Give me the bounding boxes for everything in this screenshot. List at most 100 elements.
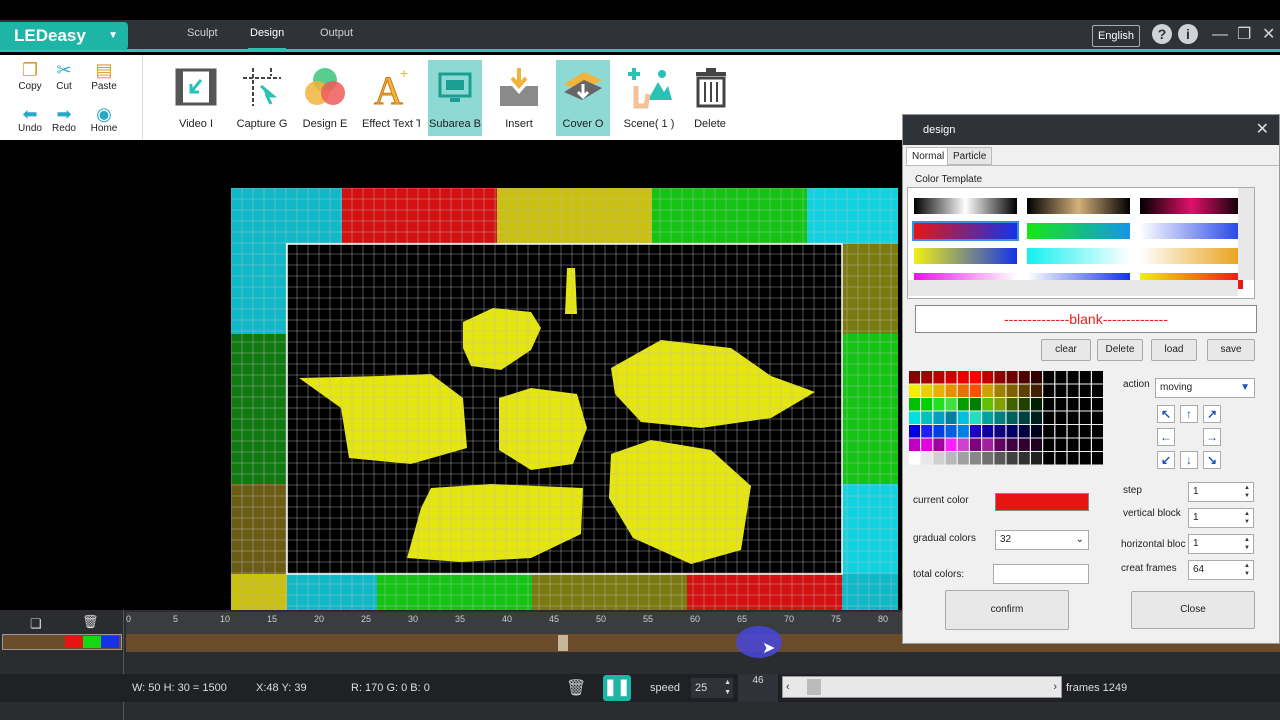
step-input[interactable]: 1 ▲ ▼: [1188, 482, 1254, 502]
template-swatch[interactable]: [914, 248, 1017, 264]
palette-color[interactable]: [1031, 384, 1042, 398]
palette-color[interactable]: [933, 384, 945, 398]
palette-color[interactable]: [909, 384, 920, 398]
gradual-colors-select[interactable]: 32 ⌄: [995, 530, 1089, 550]
arrow-down-icon[interactable]: ↓: [1180, 451, 1198, 469]
palette-color[interactable]: [982, 398, 994, 411]
palette-color[interactable]: [1067, 411, 1079, 425]
palette-color[interactable]: [945, 425, 957, 438]
confirm-button[interactable]: confirm: [945, 590, 1069, 630]
palette-color[interactable]: [1043, 452, 1055, 465]
status-trash-icon[interactable]: 🗑: [566, 678, 586, 698]
palette-color[interactable]: [1079, 452, 1091, 465]
palette-color[interactable]: [921, 411, 933, 425]
palette-color[interactable]: [1043, 438, 1055, 452]
palette-color[interactable]: [1092, 411, 1103, 425]
palette-color[interactable]: [1079, 398, 1091, 411]
undo-button[interactable]: ⬅ Undo: [12, 105, 48, 134]
palette-color[interactable]: [994, 398, 1006, 411]
palette-color[interactable]: [945, 384, 957, 398]
layer-trash-icon[interactable]: 🗑: [82, 614, 99, 630]
palette-color[interactable]: [994, 384, 1006, 398]
palette-color[interactable]: [1031, 411, 1042, 425]
palette-color[interactable]: [1055, 438, 1067, 452]
palette-color[interactable]: [1043, 398, 1055, 411]
palette-color[interactable]: [945, 371, 957, 384]
palette-color[interactable]: [970, 438, 981, 452]
palette-color[interactable]: [982, 452, 994, 465]
tab-particle[interactable]: Particle: [947, 147, 993, 165]
help-icon[interactable]: ?: [1152, 24, 1172, 44]
tab-normal[interactable]: Normal: [906, 147, 951, 165]
palette-color[interactable]: [1018, 452, 1030, 465]
arrow-up-icon[interactable]: ↑: [1180, 405, 1198, 423]
arrow-right-icon[interactable]: →: [1203, 428, 1221, 446]
scroll-thumb[interactable]: [807, 679, 821, 695]
new-layer-icon[interactable]: ❏: [30, 616, 42, 632]
palette-color[interactable]: [1031, 452, 1042, 465]
scroll-left-icon[interactable]: ‹: [786, 680, 790, 694]
frame-scrollbar[interactable]: ‹ ›: [782, 676, 1062, 698]
palette-color[interactable]: [1018, 425, 1030, 438]
color-template-list[interactable]: [907, 187, 1255, 299]
palette-color[interactable]: [1092, 384, 1103, 398]
clear-button[interactable]: clear: [1041, 339, 1091, 361]
palette-color[interactable]: [909, 411, 920, 425]
design-effect-button[interactable]: Design E: [300, 60, 350, 136]
palette-color[interactable]: [933, 411, 945, 425]
create-frames-input[interactable]: 64 ▲ ▼: [1188, 560, 1254, 580]
template-swatch[interactable]: [1140, 223, 1243, 239]
palette-color[interactable]: [1079, 371, 1091, 384]
led-grid-canvas[interactable]: [231, 188, 898, 610]
palette-color[interactable]: [1006, 384, 1018, 398]
home-button[interactable]: ◉ Home: [86, 105, 122, 134]
palette-color[interactable]: [1067, 398, 1079, 411]
palette-color[interactable]: [921, 452, 933, 465]
palette-color[interactable]: [970, 452, 981, 465]
palette-color[interactable]: [921, 371, 933, 384]
template-swatch[interactable]: [914, 223, 1017, 239]
spinner-icon[interactable]: ▲ ▼: [1242, 484, 1252, 500]
palette-color[interactable]: [1018, 398, 1030, 411]
palette-color[interactable]: [1006, 425, 1018, 438]
palette-color[interactable]: [1079, 425, 1091, 438]
palette-color[interactable]: [1055, 371, 1067, 384]
palette-color[interactable]: [1067, 384, 1079, 398]
redo-button[interactable]: ➡ Redo: [46, 105, 82, 134]
template-swatch[interactable]: [1140, 198, 1243, 214]
template-swatch[interactable]: [1027, 223, 1130, 239]
palette-color[interactable]: [933, 371, 945, 384]
close-button[interactable]: Close: [1131, 591, 1255, 629]
spinner-icon[interactable]: ▲ ▼: [1242, 510, 1252, 526]
palette-color[interactable]: [1067, 452, 1079, 465]
vertical-block-input[interactable]: 1 ▲ ▼: [1188, 508, 1254, 528]
palette-color[interactable]: [994, 425, 1006, 438]
palette-color[interactable]: [1067, 425, 1079, 438]
save-button[interactable]: save: [1207, 339, 1255, 361]
palette-color[interactable]: [1055, 411, 1067, 425]
palette-color[interactable]: [1092, 371, 1103, 384]
tab-sculpt[interactable]: Sculpt: [187, 20, 218, 50]
palette-color[interactable]: [921, 384, 933, 398]
palette-color[interactable]: [1092, 425, 1103, 438]
spinner-icon[interactable]: ▲ ▼: [1242, 536, 1252, 552]
close-window-icon[interactable]: ✕: [1262, 24, 1275, 46]
palette-color[interactable]: [994, 438, 1006, 452]
palette-color[interactable]: [1067, 371, 1079, 384]
current-color-swatch[interactable]: [995, 493, 1089, 511]
palette-color[interactable]: [957, 398, 969, 411]
palette-color[interactable]: [1079, 411, 1091, 425]
palette-color[interactable]: [957, 452, 969, 465]
palette-color[interactable]: [970, 411, 981, 425]
copy-button[interactable]: ❐ Copy: [12, 59, 48, 92]
palette-color[interactable]: [1006, 438, 1018, 452]
palette-color[interactable]: [945, 438, 957, 452]
insert-button[interactable]: Insert: [494, 60, 544, 136]
arrow-left-icon[interactable]: ←: [1157, 428, 1175, 446]
speed-spin-icon[interactable]: ▲ ▼: [724, 678, 731, 698]
delete-button[interactable]: Delete: [688, 60, 732, 136]
palette-color[interactable]: [909, 425, 920, 438]
color-palette[interactable]: [909, 371, 1105, 471]
palette-color[interactable]: [957, 371, 969, 384]
palette-color[interactable]: [970, 398, 981, 411]
